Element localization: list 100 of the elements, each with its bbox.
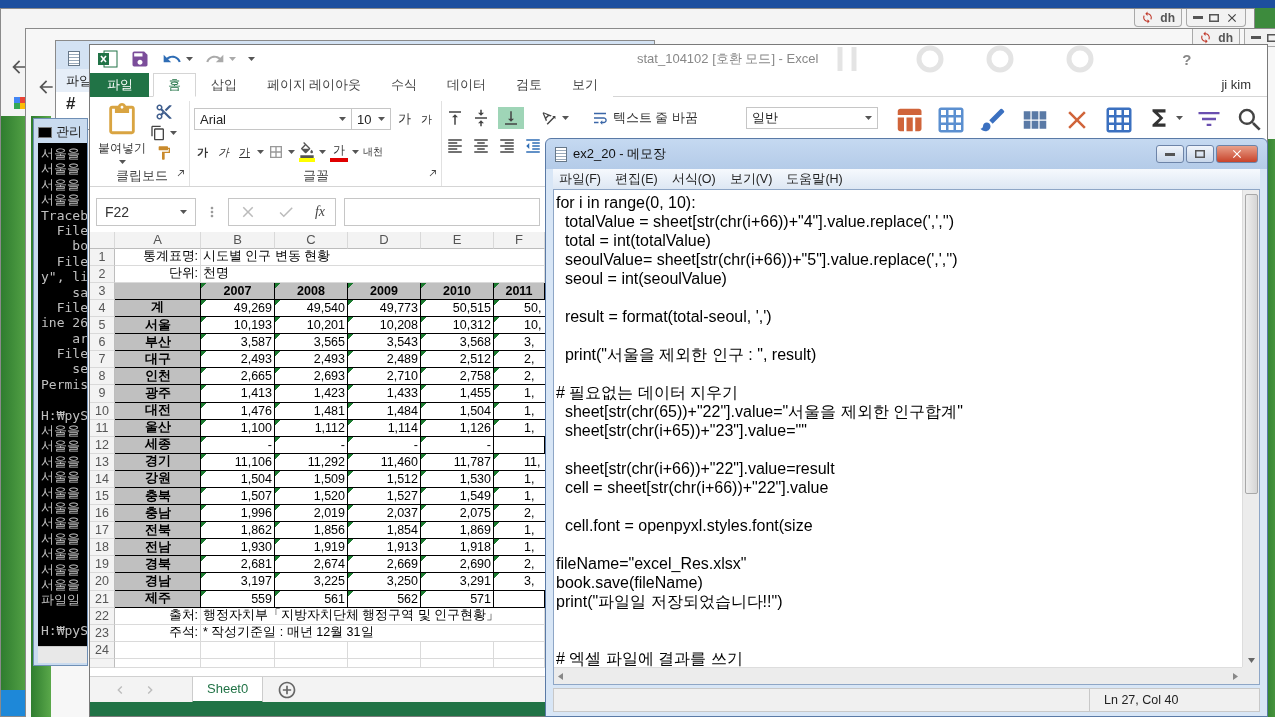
row-label: 광주 [115,385,201,403]
grow-font-button[interactable]: 가 [395,109,414,129]
name-box[interactable]: F22 [96,198,196,227]
table-cell: 1,854 [348,522,421,540]
number-format-select[interactable]: 일반 [745,107,878,129]
table-cell: 1,413 [201,385,275,403]
bold-button[interactable]: 가 [194,142,211,162]
table-cell: 3, [494,334,545,352]
table-cell: 3,568 [421,334,494,352]
table-cell: 2,037 [348,505,421,523]
row-header[interactable]: 17 [90,522,115,540]
table-cell: 2,489 [348,351,421,369]
window-title: ex2_20 - 메모장 [573,145,667,163]
font-color-button[interactable]: 가 [330,142,348,162]
sheet-tab[interactable]: Sheet0 [192,676,264,703]
row-label: 서울 [115,317,201,335]
column-header[interactable]: E [421,231,494,249]
editor-text: # [66,94,76,113]
table-cell: 1, [494,385,545,403]
help-button[interactable]: ? [1182,50,1192,68]
table-cell: 2,758 [421,368,494,386]
table-cell: 1,918 [421,539,494,557]
column-header[interactable]: D [348,231,421,249]
group-label: 클립보드 [115,167,168,185]
row-header[interactable]: 7 [90,351,115,369]
extension-label[interactable]: dh [1160,10,1175,25]
table-cell: 천명 [201,265,545,283]
table-cell: 2, [494,556,545,574]
table-cell: 1,913 [348,539,421,557]
table-cell: 10,201 [275,317,348,335]
table-cell: 2,075 [421,505,494,523]
extension-label[interactable]: dh [1218,30,1233,45]
table-cell: 2, [494,351,545,369]
table-cell: 1, [494,522,545,540]
insert-function-button[interactable]: fx [314,204,325,221]
table-cell: 3,543 [348,334,421,352]
file-menu-tab[interactable]: 파일 [90,73,149,97]
column-header[interactable]: A [115,231,201,249]
table-cell: 10,193 [201,317,275,335]
column-header[interactable]: F [494,231,545,249]
table-cell: 1,433 [348,385,421,403]
menu-item[interactable]: 서식(O) [665,170,722,188]
window-title: stat_104102 [호환 모드] - Excel [637,50,819,68]
row-header[interactable]: 9 [90,385,115,403]
row-header[interactable]: 6 [90,334,115,352]
shrink-font-button[interactable]: 가 [418,109,435,129]
menu-item[interactable]: 편집(E) [608,170,664,188]
table-cell: 2,493 [275,351,348,369]
row-header[interactable]: 5 [90,317,115,335]
table-cell: 3,565 [275,334,348,352]
cursor-position: Ln 27, Col 40 [1089,689,1259,711]
wrap-text-button[interactable]: 텍스트 줄 바꿈 [591,109,698,127]
row-label: 경남 [115,573,201,591]
underline-button[interactable]: 가 [236,142,253,162]
table-cell: 1,869 [421,522,494,540]
row-header[interactable]: 19 [90,556,115,574]
font-size-select[interactable]: 10 [351,108,391,130]
row-label: 전남 [115,539,201,557]
row-header[interactable]: 16 [90,505,115,523]
table-cell: 10,312 [421,317,494,335]
table-cell: 단위: [115,265,201,283]
phonetic-button[interactable]: 내천 [363,142,383,162]
menu-item[interactable]: 보기(V) [723,170,779,188]
user-name[interactable]: ji kim [1221,77,1251,92]
table-cell: 주석: [115,624,201,642]
ribbon-tab[interactable]: 홈 [153,73,196,97]
row-header[interactable]: 20 [90,573,115,591]
table-cell: 3,250 [348,573,421,591]
group-label: 글꼴 [302,167,329,185]
table-cell: 시도별 인구 변동 현황 [201,248,545,266]
table-cell: 1, [494,539,545,557]
menu-item[interactable]: 도움말(H) [780,170,849,188]
table-cell: 3,587 [201,334,275,352]
table-cell: 1,455 [421,385,494,403]
font-select[interactable]: Arial [194,108,352,130]
table-cell: 3,291 [421,573,494,591]
table-cell: 2,493 [201,351,275,369]
paste-button[interactable]: 붙여넣기 [98,101,146,166]
row-header[interactable]: 8 [90,368,115,386]
table-cell: 2,512 [421,351,494,369]
table-cell: 3,197 [201,573,275,591]
table-cell: 2,019 [275,505,348,523]
table-cell: 출처: [115,607,201,625]
menu-item[interactable]: 파일(F) [553,170,607,188]
column-header[interactable]: C [275,231,348,249]
table-cell: 3,225 [275,573,348,591]
column-header[interactable]: B [201,231,275,249]
row-label: 경북 [115,556,201,574]
table-cell: 2,674 [275,556,348,574]
table-cell: 2,681 [201,556,275,574]
table-cell: 2, [494,505,545,523]
italic-button[interactable]: 가 [215,142,232,162]
table-cell: 1,930 [201,539,275,557]
table-cell: 1,856 [275,522,348,540]
row-header[interactable]: 18 [90,539,115,557]
console-text: 서울을 서울을 서울을 서울을 Traceb File bo File y", li sa File ine 26 ar File se Permis H:₩pyS 서울을 서울을 서울을 서울을 서울을 서울을 서울을 서울을 서울을 서울을 서울을 파일일 H:₩pyS [41,146,87,639]
code-text[interactable]: for i in range(0, 10): totalValue = sheet[str(chr(i+66))+"4"].value.replace(',','') total = int(totalValue) seoulValue= sheet[str(chr(i+66))+"5"].value.replace(',','') seoul = int(seoulValue) result = format(total-seoul, ',') print("서울을 제외한 인구 : ", result) # 필요없는 데이터 지우기 sheet[str(chr(65))+"22"].value="서울을 제외한 인구합계" sheet[str(chr(i+65))+"23"].value="" sheet[str(chr(i+66))+"22"].value=result cell = sheet[str(chr(i+66))+"22"].value cell.font = openpyxl.styles.font(size fileName="excel_Res.xlsx" book.save(fileName) print("파일일 저장되었습니다!!") # 엑셀 파일에 결과를 쓰기 [554,190,1242,667]
row-label: 인천 [115,368,201,386]
table-cell: 2, [494,368,545,386]
table-cell: 3, [494,573,545,591]
